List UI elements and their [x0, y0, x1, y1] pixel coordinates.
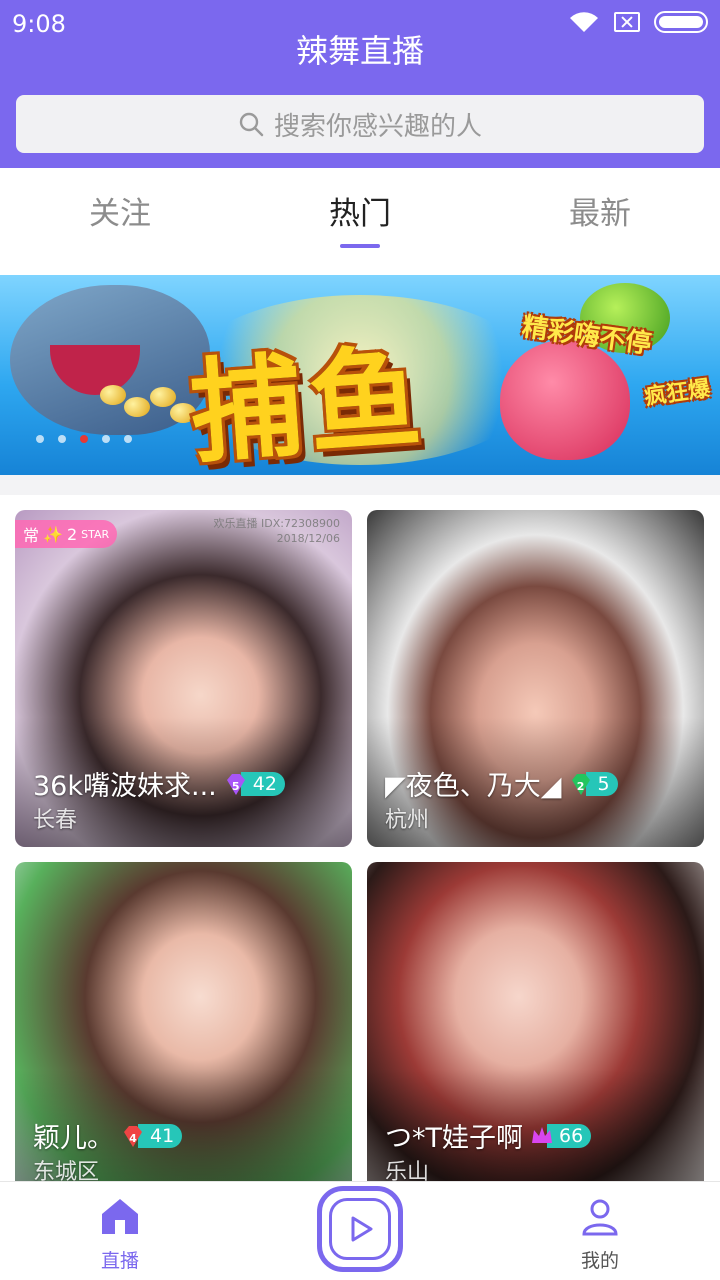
streamer-name: 颖儿。	[33, 1123, 114, 1154]
banner-title: 捕鱼	[186, 332, 431, 475]
pagination-dot[interactable]	[58, 435, 66, 443]
level-badge: 66	[529, 1123, 592, 1149]
gem-level: 2	[576, 779, 585, 793]
level-badge: 5 42	[223, 771, 285, 797]
star-count: 2	[66, 524, 78, 544]
gem-level: 5	[231, 779, 240, 793]
octopus-illustration	[500, 340, 630, 460]
gem-icon: 5	[223, 771, 249, 797]
gem-icon: 4	[120, 1123, 146, 1149]
nav-home-label: 直播	[100, 1250, 139, 1272]
streamer-city: 杭州	[385, 808, 430, 833]
tab-active-indicator	[340, 244, 380, 248]
crown-icon	[529, 1123, 555, 1149]
banner-slogan-secondary: 疯狂爆	[642, 376, 712, 411]
tab-follow[interactable]: 关注	[40, 188, 200, 233]
card-title-row: 颖儿。 4 41	[33, 1116, 183, 1155]
play-icon	[351, 1216, 373, 1242]
pagination-dot[interactable]	[102, 435, 110, 443]
level-badge: 2 5	[568, 771, 618, 797]
page-title: 辣舞直播	[295, 32, 424, 70]
pagination-dot[interactable]	[36, 435, 44, 443]
app-header: 9:08 辣舞直播 搜索你感兴趣的人	[0, 0, 720, 168]
live-room-card[interactable]: ◤夜色、乃大◢ 2 5 杭州	[367, 510, 704, 847]
gem-level: 4	[129, 1131, 137, 1145]
badge-text: 常	[23, 526, 40, 545]
card-title-row: 36k嘴波妹求... 5 42	[33, 764, 285, 803]
star-badge: 常 ✨ 2 STAR	[15, 520, 118, 548]
streamer-name: ◤夜色、乃大◢	[385, 771, 562, 802]
nav-mine[interactable]: 我的	[540, 1194, 660, 1273]
tab-hot[interactable]: 热门	[280, 188, 440, 233]
user-icon	[582, 1199, 618, 1236]
tab-latest[interactable]: 最新	[520, 188, 680, 233]
star-icon: ✨	[43, 524, 63, 544]
live-room-card[interactable]: 颖儿。 4 41 东城区	[15, 862, 352, 1199]
level-badge: 4 41	[120, 1123, 183, 1149]
banner-pagination	[36, 435, 132, 443]
coin-icon	[150, 387, 176, 407]
watermark-id: 欢乐直播 IDX:72308900	[213, 517, 340, 530]
search-placeholder: 搜索你感兴趣的人	[273, 111, 482, 142]
watermark-date: 2018/12/06	[276, 532, 340, 545]
coin-icon	[100, 385, 126, 405]
live-room-card[interactable]: つ*T娃子啊 66 乐山	[367, 862, 704, 1199]
card-title-row: ◤夜色、乃大◢ 2 5	[385, 764, 618, 803]
nav-home[interactable]: 直播	[60, 1194, 180, 1273]
tab-bar: 关注 热门 最新	[0, 168, 720, 260]
pagination-dot-active[interactable]	[80, 435, 88, 443]
streamer-name: つ*T娃子啊	[385, 1123, 523, 1154]
nav-mine-label: 我的	[580, 1250, 619, 1272]
coin-icon	[124, 397, 150, 417]
search-icon	[239, 112, 264, 137]
pagination-dot[interactable]	[124, 435, 132, 443]
star-label: STAR	[81, 527, 110, 541]
gem-icon: 2	[568, 771, 594, 797]
streamer-city: 长春	[33, 808, 78, 833]
streamer-name: 36k嘴波妹求...	[33, 771, 217, 802]
card-watermark: 欢乐直播 IDX:72308900 2018/12/06	[214, 516, 340, 546]
promo-banner[interactable]: 捕鱼 精彩嗨不停 疯狂爆	[0, 275, 720, 475]
section-divider	[0, 475, 720, 495]
search-input[interactable]: 搜索你感兴趣的人	[16, 95, 704, 153]
start-live-button[interactable]	[317, 1186, 403, 1272]
live-room-card[interactable]: 常 ✨ 2 STAR 欢乐直播 IDX:72308900 2018/12/06 …	[15, 510, 352, 847]
card-title-row: つ*T娃子啊 66	[385, 1116, 592, 1155]
home-icon	[102, 1199, 138, 1234]
